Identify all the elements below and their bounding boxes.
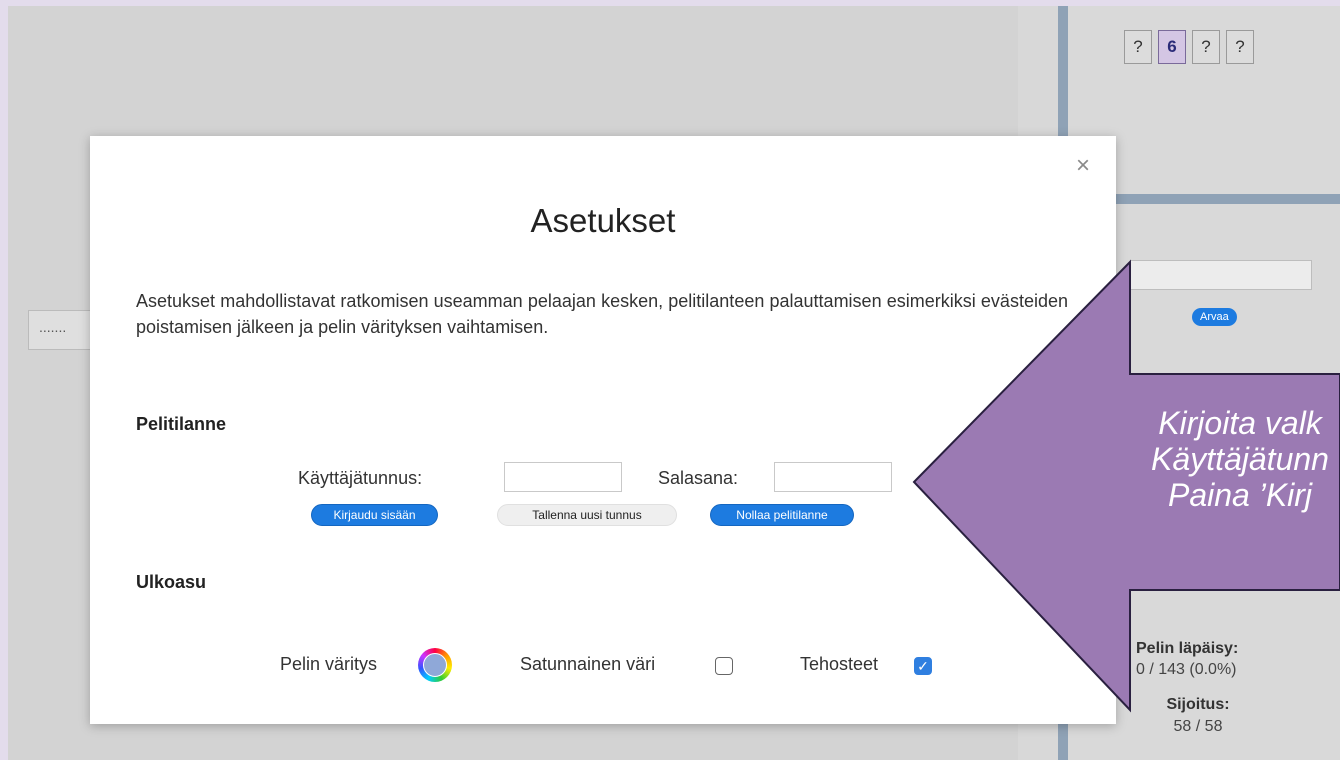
callout-line: Käyttäjätunn (1151, 441, 1329, 477)
callout-line: Paina ’Kirj (1167, 477, 1313, 513)
callout-text: Kirjoita valk Käyttäjätunn Paina ’Kirj (1140, 405, 1340, 513)
callout-arrow (912, 259, 1340, 713)
callout-line: Kirjoita valk (1158, 405, 1322, 441)
